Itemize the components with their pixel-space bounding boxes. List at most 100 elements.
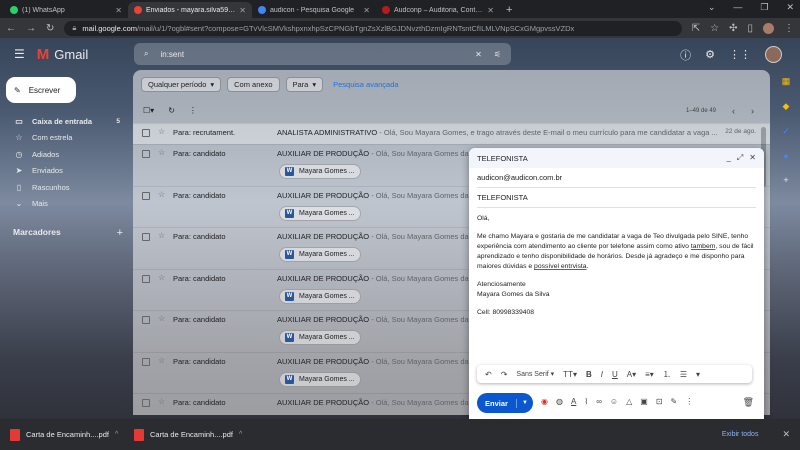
fullscreen-icon[interactable]: ⤢	[737, 153, 743, 163]
bold-icon[interactable]: B	[586, 370, 592, 379]
url-field[interactable]: 🔒︎ mail.google.com/mail/u/1/?ogbl#sent?c…	[64, 20, 682, 36]
star-icon[interactable]: ☆	[158, 356, 165, 365]
sidebar-item[interactable]: ➤ Enviados	[0, 163, 128, 180]
keep-icon[interactable]: ◆	[783, 101, 790, 112]
send-button[interactable]: Enviar ▼	[477, 393, 533, 413]
back-icon[interactable]: ←	[6, 23, 16, 34]
to-field[interactable]: audicon@audicon.com.br	[477, 168, 756, 188]
search-options-icon[interactable]: ⚟	[494, 50, 501, 59]
sidebar-item[interactable]: ☆ Com estrela	[0, 130, 128, 147]
color-icon[interactable]: ◍	[556, 397, 563, 406]
italic-icon[interactable]: I	[601, 370, 603, 379]
close-tab-icon[interactable]: ✕	[363, 6, 370, 15]
close-tab-icon[interactable]: ✕	[487, 6, 494, 15]
row-checkbox[interactable]	[142, 233, 150, 241]
calendar-icon[interactable]: ▦	[782, 76, 791, 87]
refresh-icon[interactable]: ↻	[168, 106, 175, 115]
filter-to[interactable]: Para ▾	[285, 77, 324, 92]
sidebar-item[interactable]: ◷ Adiados	[0, 146, 128, 163]
apps-grid-icon[interactable]: ⋮⋮	[729, 48, 751, 61]
compose-header[interactable]: TELEFONISTA _ ⤢ ✕	[469, 148, 764, 168]
subject-field[interactable]: TELEFONISTA	[477, 188, 756, 208]
download-item[interactable]: Carta de Encaminh....pdf ^	[10, 428, 122, 441]
minimize-icon[interactable]: _	[726, 153, 730, 163]
row-checkbox[interactable]	[142, 357, 150, 366]
chevron-down-icon[interactable]: ⌄	[708, 2, 716, 13]
font-size-icon[interactable]: TT▾	[563, 370, 577, 379]
redo-icon[interactable]: ↷	[501, 370, 508, 379]
filter-attachment[interactable]: Com anexo	[227, 77, 280, 92]
compose-button[interactable]: ✎ Escrever	[6, 77, 76, 103]
browser-tab[interactable]: audicon - Pesquisa Google ✕	[252, 2, 376, 18]
close-tab-icon[interactable]: ✕	[115, 6, 122, 15]
numbered-list-icon[interactable]: ⒈	[663, 369, 671, 380]
row-checkbox[interactable]	[142, 129, 150, 137]
help-icon[interactable]: ⓘ	[680, 47, 691, 63]
row-checkbox[interactable]	[142, 191, 150, 200]
sidebar-item[interactable]: ▭ Caixa de entrada 5	[0, 113, 128, 130]
sidepanel-icon[interactable]: ▯	[747, 23, 753, 34]
bookmark-star-icon[interactable]: ☆	[710, 23, 719, 34]
next-page-icon[interactable]: ›	[751, 106, 754, 116]
chevron-up-icon[interactable]: ^	[115, 431, 118, 438]
close-icon[interactable]: ✕	[782, 429, 790, 440]
menu-icon[interactable]: ⋮	[784, 23, 794, 34]
account-avatar[interactable]	[765, 46, 782, 63]
message-body[interactable]: Olá, Me chamo Mayara e gostaria de me ca…	[469, 208, 764, 332]
undo-icon[interactable]: ↶	[485, 370, 492, 379]
settings-gear-icon[interactable]: ⚙	[705, 48, 715, 61]
close-icon[interactable]: ✕	[786, 2, 794, 13]
row-checkbox[interactable]	[142, 316, 150, 324]
add-label-icon[interactable]: +	[117, 227, 123, 239]
clear-search-icon[interactable]: ✕	[475, 50, 482, 59]
gmail-logo[interactable]: M Gmail	[37, 46, 88, 63]
select-all-checkbox[interactable]: ☐▾	[143, 106, 154, 115]
record-icon[interactable]: ◉	[541, 397, 548, 406]
close-tab-icon[interactable]: ✕	[239, 6, 246, 15]
star-icon[interactable]: ☆	[158, 273, 165, 282]
attachment-chip[interactable]: W Mayara Gomes ...	[279, 330, 361, 345]
close-icon[interactable]: ✕	[749, 153, 756, 163]
text-color-icon[interactable]: A▾	[627, 370, 636, 379]
format-text-icon[interactable]: A	[571, 397, 576, 406]
attachment-chip[interactable]: W Mayara Gomes ...	[279, 371, 361, 387]
search-icon[interactable]: ⌕	[144, 49, 148, 59]
star-icon[interactable]: ☆	[158, 397, 165, 406]
new-tab-button[interactable]: +	[506, 2, 512, 18]
more-options-icon[interactable]: ⋮	[685, 397, 693, 406]
attachment-chip[interactable]: W Mayara Gomes ...	[279, 288, 361, 304]
browser-tab[interactable]: Audconp – Auditoria, Contabilida✕	[376, 2, 500, 18]
sidebar-item[interactable]: ⌄ Mais	[0, 196, 128, 213]
more-formatting-icon[interactable]: ▾	[696, 370, 700, 379]
share-icon[interactable]: ⇱	[692, 23, 700, 34]
star-icon[interactable]: ☆	[158, 314, 165, 323]
attach-icon[interactable]: ⌇	[584, 397, 588, 406]
lock-icon[interactable]: ⊡	[656, 397, 663, 406]
star-icon[interactable]: ☆	[158, 190, 165, 199]
more-options-icon[interactable]: ⋮	[189, 106, 197, 115]
tasks-icon[interactable]: ✓	[782, 126, 790, 137]
browser-tab[interactable]: Enviados - mayara.silva5977@gm✕	[128, 2, 252, 18]
emoji-icon[interactable]: ☺	[610, 397, 618, 406]
discard-draft-icon[interactable]: 🗑︎	[743, 397, 754, 408]
extensions-icon[interactable]: ✣	[729, 23, 737, 34]
contacts-icon[interactable]: ●	[783, 151, 788, 161]
signature-icon[interactable]: ✎	[671, 397, 678, 406]
spelling-error[interactable]: possível entrvista	[534, 263, 587, 270]
star-icon[interactable]: ☆	[158, 148, 165, 157]
align-icon[interactable]: ≡▾	[645, 370, 654, 379]
browser-tab[interactable]: (1) WhatsApp ✕	[4, 2, 128, 18]
spelling-error[interactable]: tambem	[691, 243, 716, 250]
email-row[interactable]: ☆ Para: recrutament. ANALISTA ADMINISTRATI…	[133, 123, 770, 144]
bulleted-list-icon[interactable]: ☰	[680, 370, 687, 379]
drive-icon[interactable]: △	[626, 397, 632, 406]
attachment-chip[interactable]: W Mayara Gomes ...	[279, 247, 361, 262]
search-bar[interactable]: ⌕ in:sent ✕ ⚟	[134, 43, 511, 65]
forward-icon[interactable]: →	[26, 23, 36, 34]
attachment-chip[interactable]: W Mayara Gomes ...	[279, 164, 361, 179]
link-icon[interactable]: ∞	[596, 397, 602, 406]
star-icon[interactable]: ☆	[158, 231, 165, 240]
search-input[interactable]: in:sent	[160, 50, 463, 59]
send-options-icon[interactable]: ▼	[517, 400, 533, 406]
attachment-chip[interactable]: W Mayara Gomes ...	[279, 205, 361, 221]
